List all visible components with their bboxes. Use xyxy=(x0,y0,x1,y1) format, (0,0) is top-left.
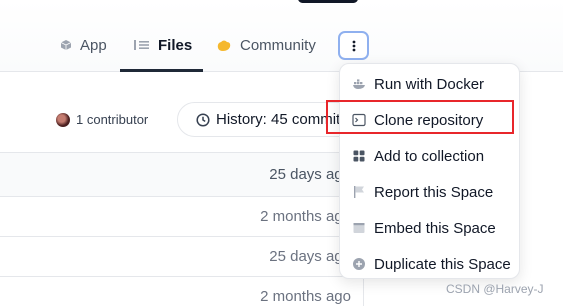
flag-icon xyxy=(354,186,364,198)
contributors-label: 1 contributor xyxy=(76,112,149,127)
clock-icon xyxy=(196,112,210,127)
table-row[interactable]: 25 days ago xyxy=(0,237,363,277)
top-pill xyxy=(298,0,358,3)
tab-files-label: Files xyxy=(158,36,193,54)
menu-item-add-to-collection[interactable]: Add to collection xyxy=(340,138,519,174)
files-icon xyxy=(134,40,149,50)
menu-item-label: Run with Docker xyxy=(374,75,485,93)
menu-item-report-this-space[interactable]: Report this Space xyxy=(340,174,519,210)
menu-item-label: Add to collection xyxy=(374,147,485,165)
tab-community-label: Community xyxy=(240,36,316,54)
active-tab-indicator xyxy=(120,69,203,72)
more-options-menu: Run with Docker Clone repository Add to … xyxy=(339,63,520,279)
docker-icon xyxy=(353,79,365,89)
tab-app[interactable]: App xyxy=(60,32,107,58)
menu-item-label: Duplicate this Space xyxy=(374,255,511,273)
collection-icon xyxy=(353,150,365,162)
table-row[interactable]: 2 months ago xyxy=(0,277,363,306)
tab-community[interactable]: Community xyxy=(216,32,316,58)
last-modified: 2 months ago xyxy=(260,288,351,305)
duplicate-icon xyxy=(353,258,365,270)
table-row[interactable]: 2 months ago xyxy=(0,197,363,237)
menu-item-label: Report this Space xyxy=(374,183,494,201)
last-modified: 2 months ago xyxy=(260,208,351,225)
cube-icon xyxy=(60,40,72,50)
watermark: CSDN @Harvey-J xyxy=(446,282,544,296)
file-table: 25 days ago 2 months ago 25 days ago 2 m… xyxy=(0,152,364,306)
table-row: 25 days ago xyxy=(0,153,363,197)
vertical-dots-icon xyxy=(352,40,355,51)
menu-item-label: Embed this Space xyxy=(374,219,496,237)
tab-app-label: App xyxy=(80,36,107,54)
contributors-link[interactable]: 1 contributor xyxy=(56,112,148,127)
tab-files[interactable]: Files xyxy=(134,32,192,58)
menu-item-run-with-docker[interactable]: Run with Docker xyxy=(340,66,519,102)
avatar xyxy=(56,112,70,127)
menu-item-duplicate-this-space[interactable]: Duplicate this Space xyxy=(340,246,519,282)
more-options-button[interactable] xyxy=(338,31,369,60)
menu-item-embed-this-space[interactable]: Embed this Space xyxy=(340,210,519,246)
clone-repository-highlight xyxy=(326,100,514,134)
community-icon xyxy=(217,40,231,51)
embed-icon xyxy=(353,223,365,233)
